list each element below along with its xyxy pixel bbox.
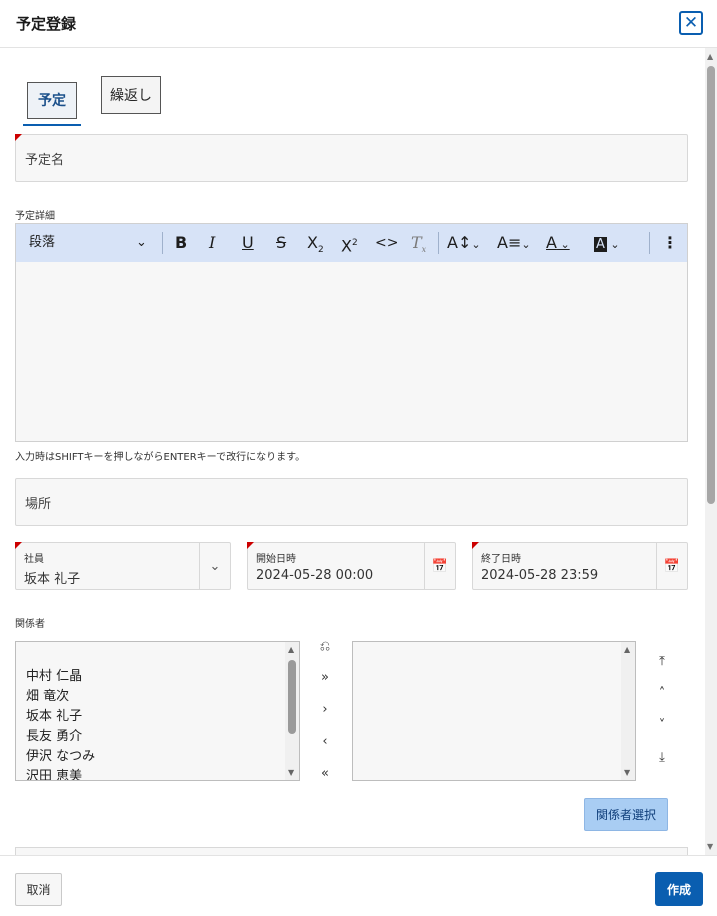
text-style-icon[interactable]: A≡⌄: [497, 233, 531, 255]
move-bottom-icon[interactable]: ⤓: [652, 750, 672, 765]
dialog-scroll-thumb[interactable]: [707, 66, 715, 504]
chevron-down-icon: ⌄: [136, 235, 147, 250]
location-placeholder: 場所: [25, 497, 52, 512]
calendar-icon[interactable]: 📅: [656, 543, 687, 589]
dialog-header: 予定登録 ✕: [0, 0, 717, 48]
move-left-icon[interactable]: ‹: [315, 734, 335, 749]
list-item[interactable]: 長友 勇介: [26, 727, 95, 747]
list-item[interactable]: 坂本 礼子: [26, 707, 95, 727]
end-value: 2024-05-28 23:59: [481, 568, 599, 583]
subscript-icon[interactable]: X2: [307, 233, 324, 260]
start-label: 開始日時: [256, 554, 296, 565]
end-datetime-field[interactable]: 終了日時 2024-05-28 23:59 📅: [472, 542, 688, 590]
participants-select-button[interactable]: 関係者選択: [584, 798, 668, 831]
next-field[interactable]: [15, 847, 688, 855]
toolbar-separator: [162, 232, 163, 254]
chevron-down-icon[interactable]: ⌄: [199, 543, 230, 589]
triangle-up-icon[interactable]: ▲: [288, 645, 294, 654]
participants-label: 関係者: [15, 619, 45, 630]
move-all-right-icon[interactable]: »: [315, 670, 335, 685]
move-top-icon[interactable]: ⤒: [652, 654, 672, 669]
event-name-placeholder: 予定名: [25, 153, 65, 168]
triangle-up-icon[interactable]: ▲: [707, 52, 713, 61]
location-field[interactable]: 場所: [15, 478, 688, 526]
move-all-left-icon[interactable]: «: [315, 766, 335, 781]
list-item[interactable]: 中村 仁晶: [26, 667, 95, 687]
close-button[interactable]: ✕: [679, 11, 703, 35]
move-down-icon[interactable]: ˅: [652, 718, 672, 733]
employee-value: 坂本 礼子: [24, 572, 81, 587]
tab-repeat[interactable]: 繰返し: [101, 76, 161, 114]
italic-icon[interactable]: I: [209, 233, 215, 253]
code-icon[interactable]: <>: [375, 233, 398, 253]
close-icon: ✕: [683, 12, 699, 33]
more-icon[interactable]: ⋮: [662, 233, 678, 253]
underline-icon[interactable]: U: [242, 233, 254, 253]
selected-participants-list[interactable]: ▲ ▼: [352, 641, 636, 781]
start-datetime-field[interactable]: 開始日時 2024-05-28 00:00 📅: [247, 542, 456, 590]
start-value: 2024-05-28 00:00: [256, 568, 374, 583]
event-name-field[interactable]: 予定名: [15, 134, 688, 182]
tab-event[interactable]: 予定: [23, 76, 81, 126]
calendar-icon[interactable]: 📅: [424, 543, 455, 589]
triangle-down-icon[interactable]: ▼: [707, 842, 713, 851]
triangle-up-icon[interactable]: ▲: [624, 645, 630, 654]
participant-options: 中村 仁晶 畑 竜次 坂本 礼子 長友 勇介 伊沢 なつみ 沢田 恵美: [26, 667, 95, 780]
paragraph-select[interactable]: 段落: [29, 233, 55, 253]
list-item[interactable]: 沢田 恵美: [26, 767, 95, 780]
create-button[interactable]: 作成: [655, 872, 703, 906]
newline-hint: 入力時はSHIFTキーを押しながらENTERキーで改行になります。: [15, 452, 306, 463]
details-label: 予定詳細: [15, 211, 55, 222]
list-scroll-thumb[interactable]: [288, 660, 296, 734]
strikethrough-icon[interactable]: S: [276, 233, 286, 253]
triangle-down-icon[interactable]: ▼: [288, 768, 294, 777]
superscript-icon[interactable]: X2: [341, 233, 358, 256]
editor-toolbar: 段落 ⌄ B I U S X2 X2 <> Tx A↕⌄ A≡⌄ A ⌄ A ⌄…: [16, 224, 687, 262]
available-participants-list[interactable]: 中村 仁晶 畑 竜次 坂本 礼子 長友 勇介 伊沢 なつみ 沢田 恵美 ▲ ▼: [15, 641, 300, 781]
employee-select[interactable]: 社員 坂本 礼子 ⌄: [15, 542, 231, 590]
clear-format-icon[interactable]: Tx: [411, 233, 426, 260]
list-item[interactable]: 畑 竜次: [26, 687, 95, 707]
employee-label: 社員: [24, 554, 44, 565]
font-size-icon[interactable]: A↕⌄: [447, 233, 481, 255]
toolbar-separator: [649, 232, 650, 254]
toolbar-separator: [438, 232, 439, 254]
rich-text-editor[interactable]: 段落 ⌄ B I U S X2 X2 <> Tx A↕⌄ A≡⌄ A ⌄ A ⌄…: [15, 223, 688, 442]
move-up-icon[interactable]: ˄: [652, 686, 672, 701]
list-scrollbar[interactable]: ▲ ▼: [621, 642, 635, 780]
text-color-icon[interactable]: A ⌄: [546, 233, 570, 255]
dialog-body: 予定 繰返し 予定名 予定詳細 段落 ⌄ B I U S X2 X2 <> Tx…: [0, 48, 704, 855]
move-right-icon[interactable]: ›: [315, 702, 335, 717]
dialog-title: 予定登録: [16, 15, 77, 33]
tab-event-label: 予定: [27, 81, 77, 119]
dialog-footer: 取消 作成: [0, 855, 717, 916]
cancel-button[interactable]: 取消: [15, 873, 62, 906]
dialog-scrollbar[interactable]: ▲ ▼: [705, 48, 717, 855]
triangle-down-icon[interactable]: ▼: [624, 768, 630, 777]
highlight-icon[interactable]: A ⌄: [594, 233, 620, 255]
reset-icon[interactable]: ⎌: [315, 639, 335, 654]
end-label: 終了日時: [481, 554, 521, 565]
bold-icon[interactable]: B: [175, 233, 187, 253]
list-scrollbar[interactable]: ▲ ▼: [285, 642, 299, 780]
list-item[interactable]: 伊沢 なつみ: [26, 747, 95, 767]
